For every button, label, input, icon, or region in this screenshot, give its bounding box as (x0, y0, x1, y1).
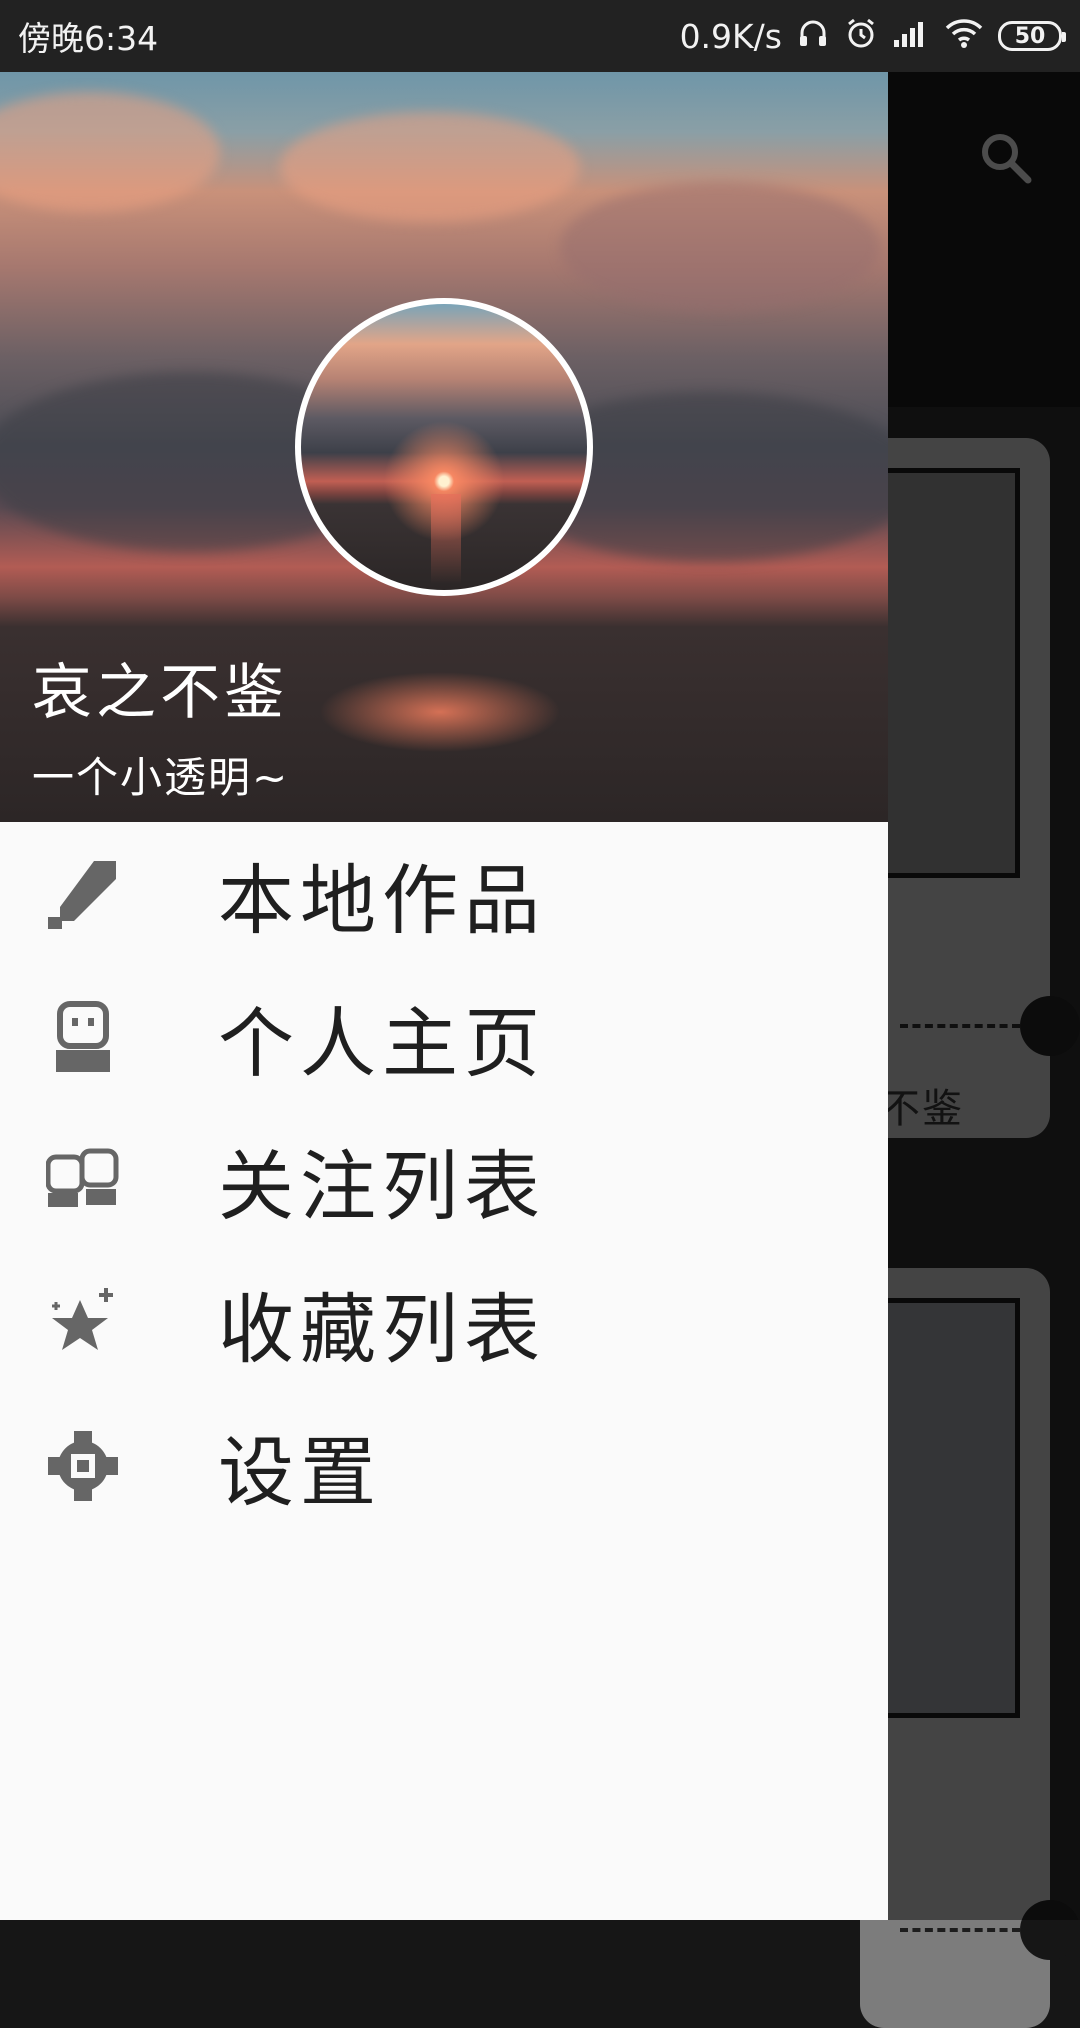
star-icon (46, 1286, 120, 1360)
people-icon (46, 1143, 120, 1217)
menu-label: 设置 (218, 1427, 382, 1517)
header-cloud (280, 112, 580, 222)
menu-item-profile[interactable]: 个人主页 (0, 965, 888, 1108)
battery-level: 50 (1014, 23, 1046, 49)
user-tagline: 一个小透明~ (32, 753, 290, 802)
menu-item-local-works[interactable]: 本地作品 (0, 822, 888, 965)
menu-label: 个人主页 (218, 998, 546, 1088)
menu-label: 关注列表 (218, 1141, 546, 1231)
drawer-header: 哀之不鉴 一个小透明~ (0, 72, 888, 822)
signal-icon (892, 18, 930, 54)
status-bar: 傍晚6:34 0.9K/s 50 (0, 0, 1080, 72)
status-time: 傍晚6:34 (18, 19, 159, 58)
battery-icon: 50 (998, 21, 1066, 51)
menu-label: 本地作品 (218, 855, 546, 945)
pencil-icon (46, 857, 120, 931)
gear-icon (46, 1429, 120, 1503)
alarm-icon (844, 16, 878, 56)
menu-label: 收藏列表 (218, 1284, 546, 1374)
header-cloud (560, 182, 880, 312)
card-divider (900, 1928, 1020, 1932)
drawer-menu: 本地作品 个人主页 关注列表 收藏列表 设置 (0, 822, 888, 1537)
menu-item-following[interactable]: 关注列表 (0, 1108, 888, 1251)
navigation-drawer: 哀之不鉴 一个小透明~ 本地作品 个人主页 关注列表 收藏列表 设置 (0, 72, 888, 1920)
menu-item-favorites[interactable]: 收藏列表 (0, 1251, 888, 1394)
headphones-icon (796, 16, 830, 56)
avatar[interactable] (295, 298, 593, 596)
username: 哀之不鉴 (32, 658, 288, 728)
menu-item-settings[interactable]: 设置 (0, 1394, 888, 1537)
net-speed: 0.9K/s (679, 16, 782, 56)
wifi-icon (944, 17, 984, 55)
person-icon (46, 1000, 120, 1074)
status-icons: 0.9K/s 50 (679, 16, 1066, 56)
avatar-sun-reflection (431, 494, 461, 584)
header-cloud (0, 92, 220, 212)
